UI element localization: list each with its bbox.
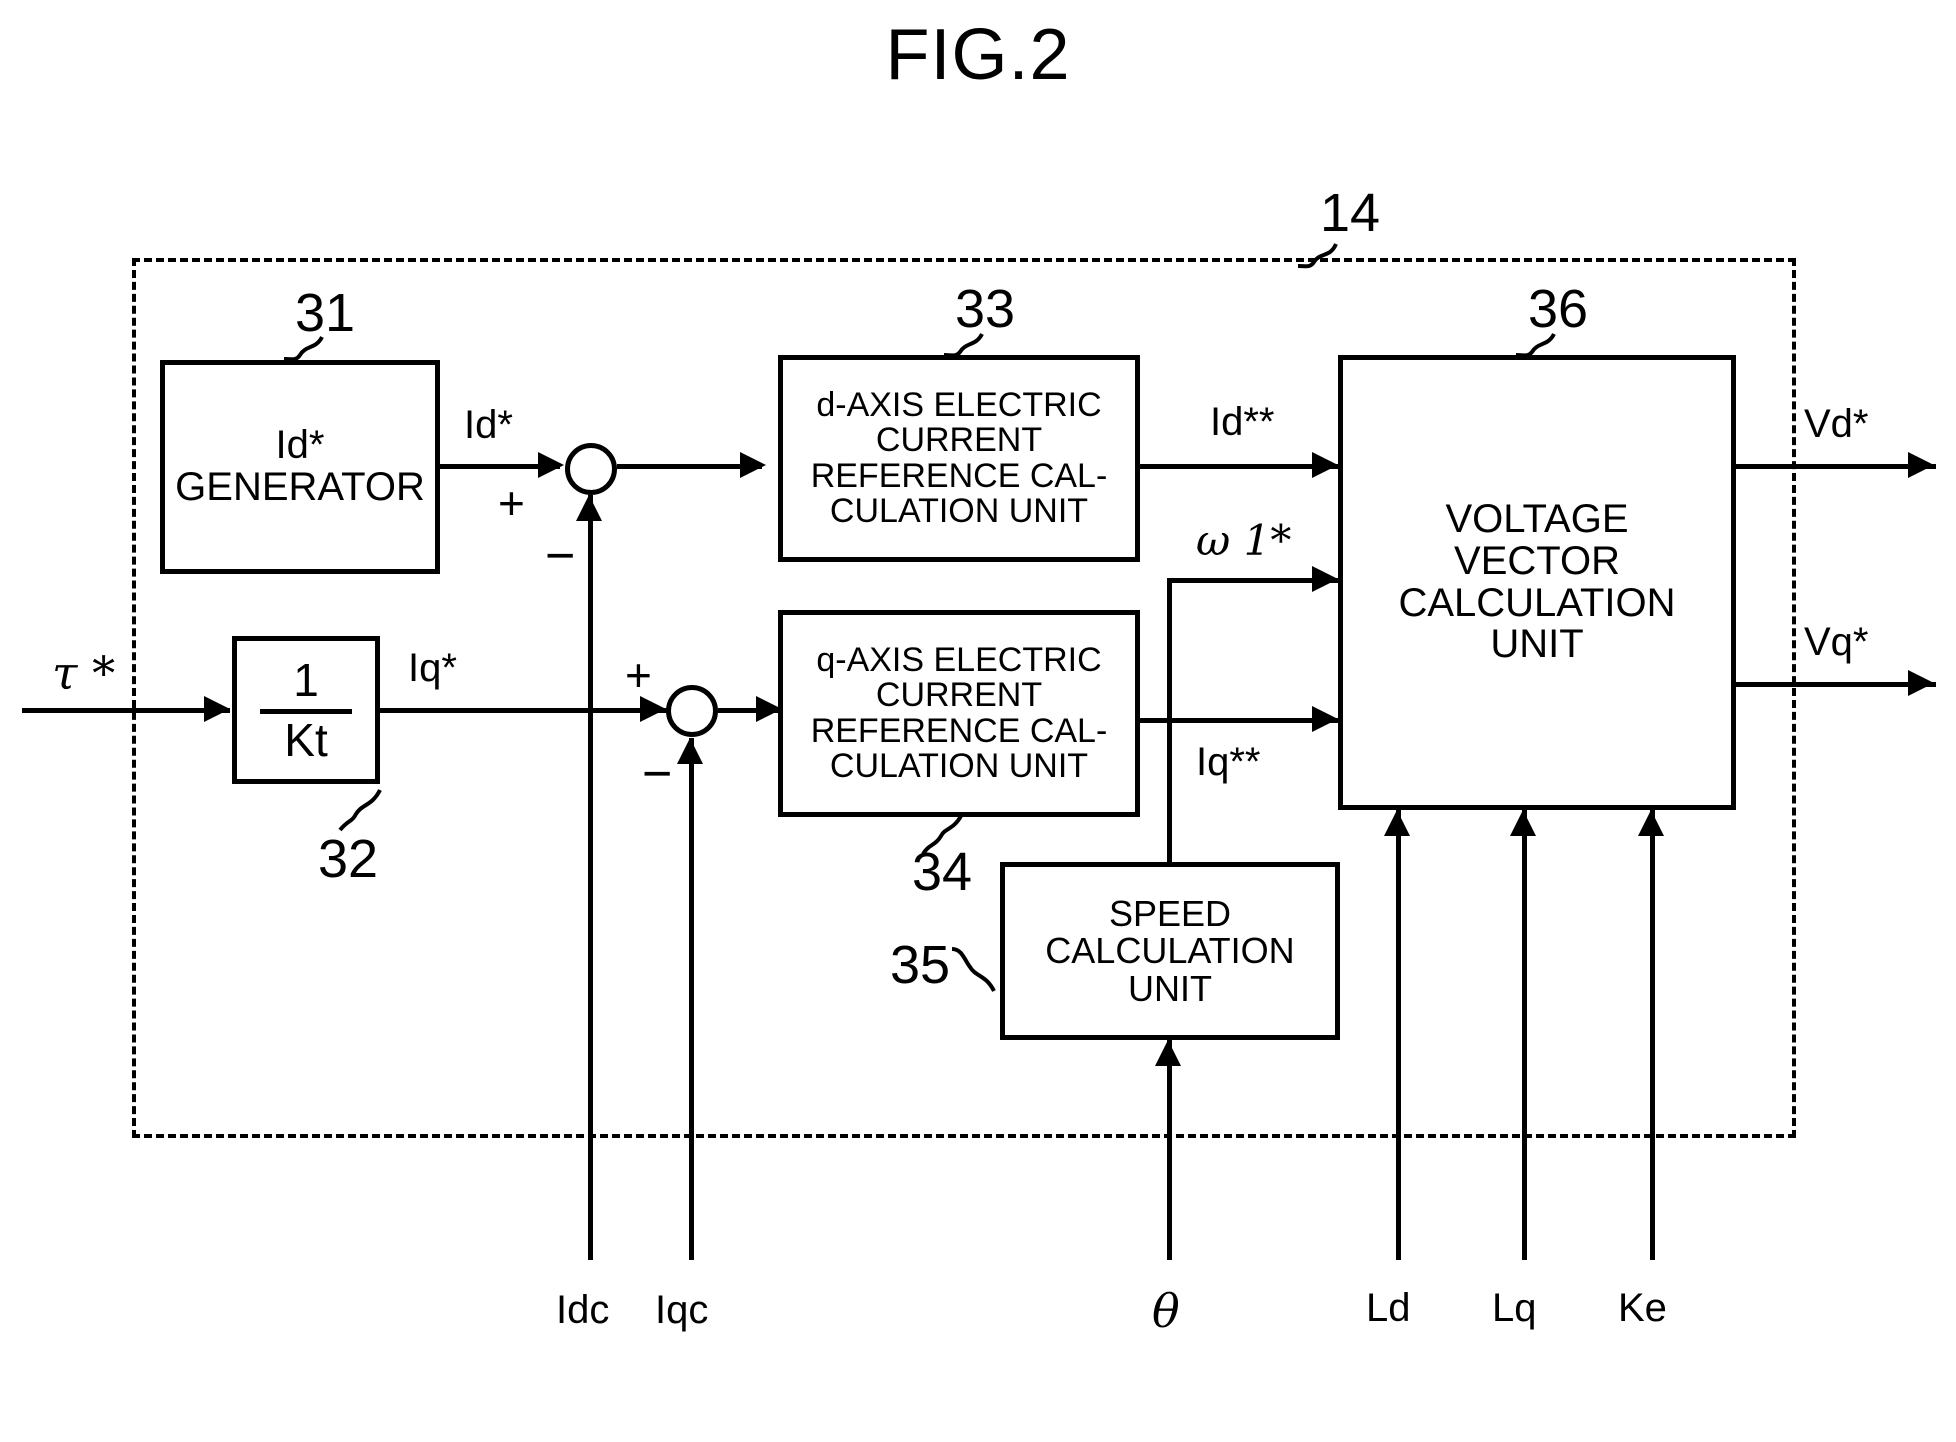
- block-34-line-0: q-AXIS ELECTRIC: [816, 640, 1102, 679]
- wire-omega1-vertical: [1167, 578, 1172, 864]
- wire-idc-feedback: [588, 495, 593, 1260]
- reference-number-33: 33: [955, 279, 1016, 339]
- sign-plus-d-axis: +: [498, 477, 525, 529]
- block-35-line-1: CALCULATION: [1045, 930, 1295, 972]
- block-34-line-3: CULATION UNIT: [829, 746, 1089, 785]
- signal-label-iq-double-ref: Iq**: [1196, 740, 1261, 784]
- fraction-one-over-kt: 1 Kt: [260, 656, 352, 764]
- signal-label-id-double-ref: Id**: [1210, 400, 1275, 444]
- arrowhead-omega1: [1312, 566, 1338, 592]
- figure-title: FIG.2: [885, 15, 1071, 95]
- reference-number-31: 31: [295, 283, 356, 343]
- signal-label-lq: Lq: [1492, 1286, 1537, 1330]
- sign-minus-q-axis: −: [642, 745, 673, 803]
- omega1-text: ω 1*: [1196, 516, 1292, 565]
- arrowhead-id-ref: [538, 452, 564, 478]
- block-36-line-2: CALCULATION: [1398, 580, 1676, 625]
- arrowhead-ld: [1384, 810, 1410, 836]
- block-35-line-2: UNIT: [1128, 967, 1212, 1009]
- sign-minus-d-axis: −: [545, 527, 576, 585]
- wire-vq-ref: [1736, 682, 1936, 687]
- wire-torque-ref: [22, 708, 230, 713]
- signal-label-ke: Ke: [1618, 1286, 1667, 1330]
- leader-line-14: [1297, 243, 1338, 269]
- arrowhead-vd-ref: [1908, 452, 1934, 478]
- arrowhead-lq: [1510, 810, 1536, 836]
- block-voltage-vector-calculation[interactable]: VOLTAGE VECTOR CALCULATION UNIT: [1338, 355, 1736, 810]
- fraction-bar: [260, 708, 352, 714]
- block-31-line-0: Id*: [275, 423, 325, 468]
- leader-line-31: [283, 335, 324, 362]
- block-33-line-3: CULATION UNIT: [829, 491, 1089, 530]
- signal-label-theta: θ: [1152, 1288, 1180, 1334]
- wire-ld: [1396, 810, 1401, 1260]
- wire-iqc-feedback: [689, 738, 694, 1260]
- signal-label-id-ref: Id*: [464, 403, 513, 447]
- block-36-line-1: VECTOR: [1454, 538, 1620, 583]
- signal-label-ld: Ld: [1366, 1286, 1411, 1330]
- signal-label-vq-ref: Vq*: [1804, 620, 1869, 664]
- block-id-generator[interactable]: Id* GENERATOR: [160, 360, 440, 574]
- block-speed-calculation[interactable]: SPEED CALCULATION UNIT: [1000, 862, 1340, 1040]
- sign-plus-q-axis: +: [625, 649, 652, 701]
- summing-junction-d-axis[interactable]: [565, 443, 617, 495]
- wire-vd-ref: [1736, 464, 1936, 469]
- reference-number-35: 35: [890, 935, 951, 995]
- wire-iq-ref: [380, 708, 670, 713]
- leader-line-32: [338, 789, 382, 832]
- wire-lq: [1522, 810, 1527, 1260]
- signal-label-idc: Idc: [556, 1288, 610, 1332]
- signal-label-torque-ref: τ *: [52, 650, 115, 696]
- torque-ref-text: τ *: [52, 646, 116, 700]
- fraction-numerator: 1: [293, 654, 319, 707]
- figure-canvas: FIG.2 14 Id* GENERATOR 31 Id* + − Idc d-…: [0, 0, 1956, 1442]
- arrowhead-d-axis-block-input: [740, 452, 766, 478]
- arrowhead-ke: [1638, 810, 1664, 836]
- block-q-axis-current-reference[interactable]: q-AXIS ELECTRIC CURRENT REFERENCE CAL- C…: [778, 610, 1140, 817]
- theta-text: θ: [1152, 1284, 1180, 1338]
- arrowhead-iq-double-ref: [1312, 706, 1338, 732]
- wire-ke: [1650, 810, 1655, 1260]
- leader-line-34: [921, 814, 963, 856]
- block-34-line-2: REFERENCE CAL-: [810, 711, 1108, 750]
- block-36-line-0: VOLTAGE: [1445, 497, 1629, 542]
- block-36-line-3: UNIT: [1490, 622, 1584, 667]
- reference-number-36: 36: [1528, 279, 1589, 339]
- block-35-line-0: SPEED: [1108, 892, 1232, 934]
- arrowhead-torque-ref: [204, 696, 230, 722]
- signal-label-iqc: Iqc: [655, 1288, 709, 1332]
- arrowhead-vq-ref: [1908, 670, 1934, 696]
- block-33-line-1: CURRENT: [875, 421, 1043, 460]
- wire-id-double-ref: [1140, 464, 1340, 469]
- block-34-line-1: CURRENT: [875, 676, 1043, 715]
- signal-label-vd-ref: Vd*: [1804, 402, 1869, 446]
- arrowhead-id-double-ref: [1312, 452, 1338, 478]
- wire-theta: [1167, 1040, 1172, 1260]
- arrowhead-theta: [1155, 1040, 1181, 1066]
- fraction-denominator: Kt: [284, 713, 328, 766]
- block-torque-constant[interactable]: 1 Kt: [232, 636, 380, 784]
- signal-label-omega1: ω 1*: [1196, 520, 1291, 562]
- block-d-axis-current-reference[interactable]: d-AXIS ELECTRIC CURRENT REFERENCE CAL- C…: [778, 355, 1140, 562]
- block-31-line-1: GENERATOR: [175, 465, 425, 509]
- leader-line-36: [1515, 332, 1556, 358]
- block-33-line-2: REFERENCE CAL-: [810, 456, 1108, 495]
- reference-number-14: 14: [1320, 183, 1381, 243]
- leader-line-35: [951, 947, 996, 992]
- reference-number-32: 32: [318, 829, 379, 889]
- summing-junction-q-axis[interactable]: [666, 685, 718, 737]
- signal-label-iq-ref: Iq*: [408, 646, 457, 690]
- arrowhead-idc-feedback: [576, 495, 602, 521]
- arrowhead-iqc-feedback: [677, 738, 703, 764]
- block-33-line-0: d-AXIS ELECTRIC: [816, 385, 1102, 424]
- leader-line-33: [943, 332, 984, 358]
